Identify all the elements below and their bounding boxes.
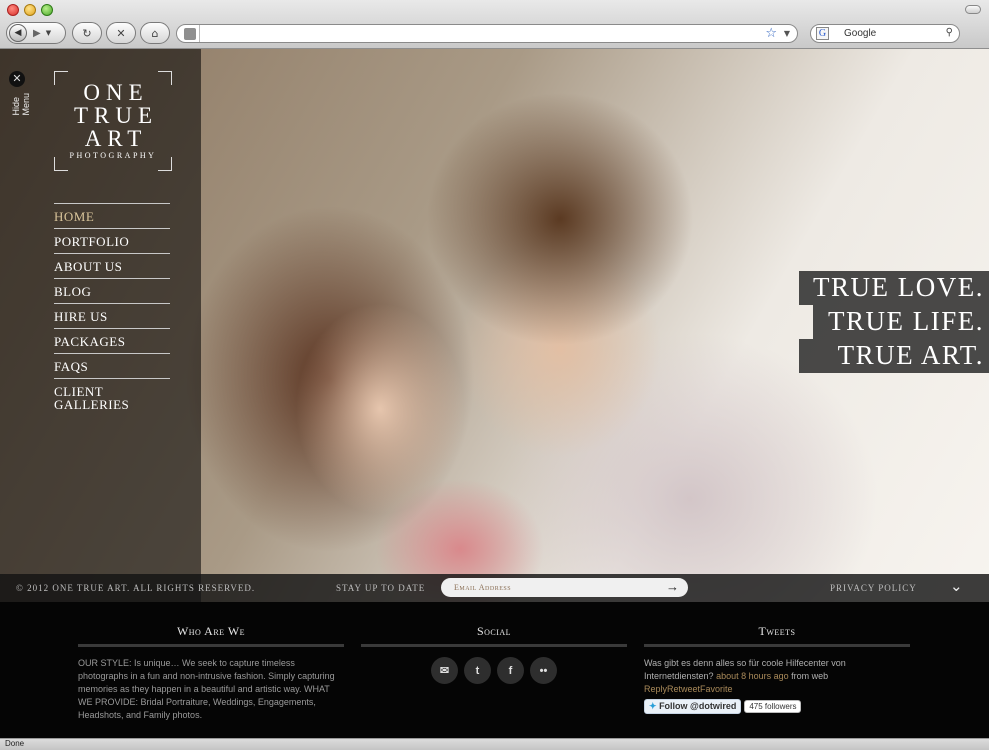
menu-item-portfolio[interactable]: PORTFOLIO — [54, 228, 170, 253]
tagline-true-love: TRUE LOVE. — [799, 271, 989, 305]
logo-line-true: TRUE — [73, 103, 159, 128]
who-are-we-title: Who Are We — [78, 624, 344, 647]
newsletter-label: STAY UP TO DATE — [336, 583, 426, 593]
facebook-icon[interactable]: f — [497, 657, 524, 684]
toolbar-toggle-button[interactable] — [965, 5, 981, 14]
menu-item-galleries-label: GALLERIES — [54, 397, 130, 412]
tweets-title: Tweets — [644, 624, 910, 647]
menu-item-about-us[interactable]: ABOUT US — [54, 253, 170, 278]
reload-icon: ↻ — [82, 26, 92, 40]
tagline-true-life: TRUE LIFE. — [813, 305, 989, 339]
footer-bar: © 2012 ONE TRUE ART. ALL RIGHTS RESERVED… — [0, 574, 989, 602]
hide-menu-label: Hide Menu — [11, 93, 31, 116]
twitter-follow: ✦ Follow @dotwired 475 followers — [644, 699, 910, 714]
hero-tagline: TRUE LOVE. TRUE LIFE. TRUE ART. — [799, 271, 989, 373]
footer-widgets: Who Are We OUR STYLE: Is unique… We seek… — [0, 602, 989, 738]
email-input[interactable]: Email Address → — [441, 578, 688, 597]
search-field[interactable]: G Google ⚲ — [810, 24, 960, 43]
tweet-actions[interactable]: ReplyRetweetFavorite — [644, 684, 733, 694]
minimize-window-button[interactable] — [24, 4, 36, 16]
google-engine-icon[interactable]: G — [816, 27, 829, 40]
favicon-icon — [184, 28, 196, 40]
address-bar[interactable]: ☆ ▼ — [176, 24, 798, 43]
back-icon[interactable]: ◀ — [9, 24, 27, 42]
stop-icon: ✕ — [116, 26, 126, 40]
forward-icon[interactable]: ▶ — [33, 28, 41, 39]
who-are-we-column: Who Are We OUR STYLE: Is unique… We seek… — [78, 624, 344, 722]
search-icon[interactable]: ⚲ — [946, 27, 953, 38]
followers-count: 475 followers — [744, 700, 802, 713]
home-button[interactable]: ⌂ — [140, 22, 170, 44]
flickr-icon[interactable]: •• — [530, 657, 557, 684]
menu-item-hire-us[interactable]: HIRE US — [54, 303, 170, 328]
logo-line-art: ART — [84, 126, 148, 151]
address-divider — [199, 25, 200, 42]
home-icon: ⌂ — [151, 26, 159, 40]
twitter-icon[interactable]: t — [464, 657, 491, 684]
tagline-true-art: TRUE ART. — [799, 339, 989, 373]
submit-arrow-icon[interactable]: → — [666, 579, 680, 595]
site-logo[interactable]: ONE TRUE ART PHOTOGRAPHY — [54, 71, 172, 171]
social-column: Social ✉ t f •• — [361, 624, 627, 684]
browser-toolbar: ◀ ▶ ▼ ↻ ✕ ⌂ ☆ ▼ G Google ⚲ — [0, 0, 989, 49]
reload-button[interactable]: ↻ — [72, 22, 102, 44]
tweet: Was gibt es denn alles so für coole Hilf… — [644, 657, 910, 696]
hide-menu-toggle[interactable]: ✕ Hide Menu — [9, 71, 31, 116]
tweets-column: Tweets Was gibt es denn alles so für coo… — [644, 624, 910, 714]
privacy-policy-link[interactable]: PRIVACY POLICY — [830, 583, 917, 593]
social-icons: ✉ t f •• — [361, 657, 627, 684]
menu-item-client-galleries[interactable]: CLIENT GALLERIES — [54, 378, 170, 416]
close-icon[interactable]: ✕ — [9, 71, 25, 87]
logo-subtitle: PHOTOGRAPHY — [69, 151, 157, 160]
social-title: Social — [361, 624, 627, 647]
email-icon[interactable]: ✉ — [431, 657, 458, 684]
follow-label: Follow @dotwired — [659, 701, 737, 711]
chevron-down-icon[interactable]: ⌄ — [950, 577, 964, 596]
menu-item-blog[interactable]: BLOG — [54, 278, 170, 303]
sidebar: ✕ Hide Menu ONE TRUE ART PHOTOGRAPHY HOM… — [0, 49, 201, 602]
search-placeholder: Google — [844, 28, 877, 39]
twitter-bird-icon: ✦ — [649, 701, 657, 711]
menu-item-home[interactable]: HOME — [54, 203, 170, 228]
zoom-window-button[interactable] — [41, 4, 53, 16]
close-window-button[interactable] — [7, 4, 19, 16]
who-are-we-text: OUR STYLE: Is unique… We seek to capture… — [78, 658, 335, 720]
menu-item-faqs[interactable]: FAQS — [54, 353, 170, 378]
tweet-time-link[interactable]: about 8 hours ago — [716, 671, 789, 681]
bookmark-star-icon[interactable]: ☆ — [765, 26, 777, 41]
status-bar: Done — [0, 738, 989, 750]
tweet-source: from web — [791, 671, 829, 681]
main-menu: HOME PORTFOLIO ABOUT US BLOG HIRE US PAC… — [54, 203, 170, 416]
logo-line-one: ONE — [83, 80, 149, 105]
email-placeholder: Email Address — [454, 583, 512, 592]
url-dropdown-icon[interactable]: ▼ — [784, 29, 790, 38]
follow-button[interactable]: ✦ Follow @dotwired — [644, 699, 742, 714]
status-text: Done — [5, 739, 25, 748]
copyright-text: © 2012 ONE TRUE ART. ALL RIGHTS RESERVED… — [16, 583, 256, 593]
menu-item-packages[interactable]: PACKAGES — [54, 328, 170, 353]
back-forward-group: ◀ ▶ ▼ — [6, 22, 66, 44]
web-page: ✕ Hide Menu ONE TRUE ART PHOTOGRAPHY HOM… — [0, 49, 989, 738]
history-dropdown-icon[interactable]: ▼ — [46, 29, 51, 37]
stop-button[interactable]: ✕ — [106, 22, 136, 44]
